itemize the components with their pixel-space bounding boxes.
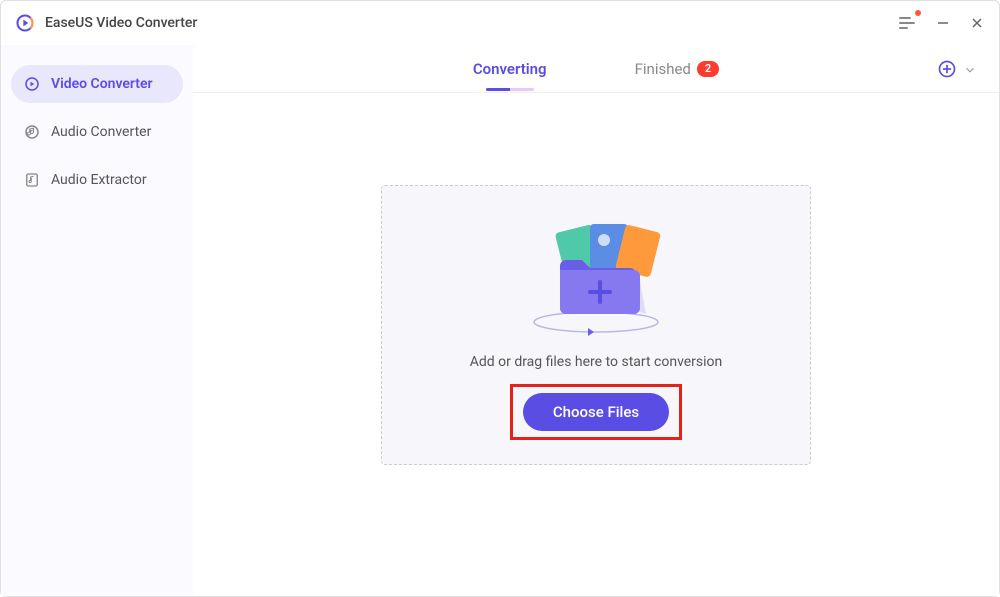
app-title: EaseUS Video Converter xyxy=(45,15,197,31)
content-area: Add or drag files here to start conversi… xyxy=(193,93,999,596)
sidebar: Video Converter Audio Converter Audio Ex… xyxy=(1,45,193,596)
tabbar: Converting Finished 2 xyxy=(193,45,999,93)
app-logo-icon xyxy=(15,13,35,33)
window-controls xyxy=(899,14,985,32)
main-panel: Converting Finished 2 xyxy=(193,45,999,596)
chevron-down-icon[interactable] xyxy=(963,62,977,76)
tab-finished[interactable]: Finished 2 xyxy=(631,48,724,90)
sidebar-item-audio-converter[interactable]: Audio Converter xyxy=(11,113,183,151)
minimize-button[interactable] xyxy=(935,15,951,31)
sidebar-item-video-converter[interactable]: Video Converter xyxy=(11,65,183,103)
finished-badge: 2 xyxy=(697,61,719,77)
video-converter-icon xyxy=(23,75,41,93)
add-button[interactable] xyxy=(937,59,957,79)
tab-converting[interactable]: Converting xyxy=(469,48,551,90)
highlight-annotation: Choose Files xyxy=(510,384,682,440)
audio-converter-icon xyxy=(23,123,41,141)
tab-label: Finished xyxy=(635,60,691,78)
close-button[interactable] xyxy=(969,15,985,31)
titlebar: EaseUS Video Converter xyxy=(1,1,999,45)
menu-button[interactable] xyxy=(899,14,917,32)
choose-files-button[interactable]: Choose Files xyxy=(523,393,669,431)
sidebar-item-audio-extractor[interactable]: Audio Extractor xyxy=(11,161,183,199)
sidebar-item-label: Audio Converter xyxy=(51,124,151,140)
notification-dot-icon xyxy=(915,10,921,16)
dropzone-hint: Add or drag files here to start conversi… xyxy=(470,354,723,370)
audio-extractor-icon xyxy=(23,171,41,189)
sidebar-item-label: Video Converter xyxy=(51,76,153,92)
folder-illustration-icon xyxy=(516,210,676,340)
tab-label: Converting xyxy=(473,60,547,78)
app-window: EaseUS Video Converter Video Converter xyxy=(0,0,1000,597)
dropzone[interactable]: Add or drag files here to start conversi… xyxy=(381,185,811,465)
body: Video Converter Audio Converter Audio Ex… xyxy=(1,45,999,596)
sidebar-item-label: Audio Extractor xyxy=(51,172,147,188)
tab-underline-icon xyxy=(486,88,534,91)
